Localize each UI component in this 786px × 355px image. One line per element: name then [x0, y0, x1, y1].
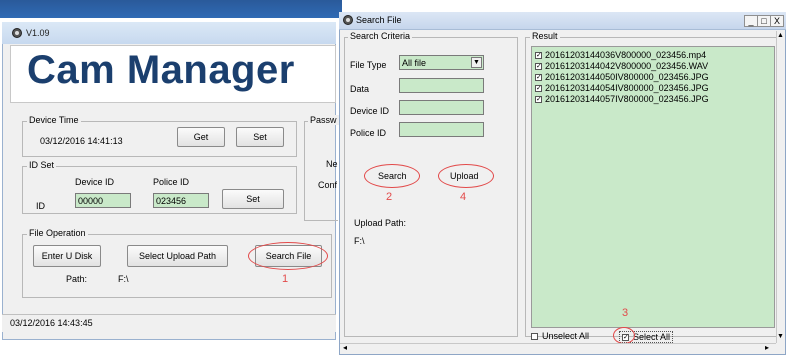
data-field[interactable]: [399, 78, 484, 93]
police-id-field[interactable]: 023456: [153, 193, 209, 208]
checkbox-checked-icon[interactable]: ✓: [535, 84, 542, 92]
file-operation-legend: File Operation: [27, 228, 88, 238]
password-confirm-label: Conf: [318, 180, 338, 190]
id-label: ID: [36, 201, 45, 211]
checkbox-checked-icon[interactable]: ✓: [535, 51, 542, 59]
chevron-down-icon[interactable]: ▼: [471, 57, 482, 68]
camera-app-icon: [12, 28, 22, 38]
annotation-number-1: 1: [282, 273, 289, 285]
search-criteria-legend: Search Criteria: [348, 31, 413, 41]
file-name: 20161203144036V800000_023456.mp4: [545, 50, 707, 60]
file-name: 20161203144042V800000_023456.WAV: [545, 61, 709, 71]
close-button[interactable]: X: [770, 15, 784, 27]
scroll-right-arrow-icon[interactable]: ▸: [765, 343, 769, 352]
file-name: 20161203144057IV800000_023456.JPG: [545, 94, 709, 104]
select-all-label: Select All: [633, 332, 671, 342]
path-value: F:\: [118, 274, 129, 284]
list-item[interactable]: ✓ 20161203144042V800000_023456.WAV: [535, 61, 708, 71]
file-type-label: File Type: [350, 60, 387, 70]
maximize-button[interactable]: □: [757, 15, 771, 27]
get-time-button[interactable]: Get: [177, 127, 225, 147]
password-new-label: Ne: [326, 159, 338, 169]
password-group: [304, 121, 338, 221]
path-label: Path:: [66, 274, 88, 284]
cam-manager-titlebar: [2, 22, 336, 44]
file-name: 20161203144054IV800000_023456.JPG: [545, 83, 709, 93]
upload-path-value: F:\: [354, 236, 365, 246]
checkbox-checked-icon[interactable]: ✓: [535, 62, 542, 70]
upload-path-label: Upload Path:: [354, 218, 407, 228]
annotation-circle-search: [364, 164, 420, 188]
device-time-legend: Device Time: [27, 115, 81, 125]
scroll-down-arrow-icon[interactable]: ▼: [777, 333, 784, 340]
annotation-number-2: 2: [386, 191, 393, 203]
annotation-circle-upload: [438, 164, 494, 188]
checkbox-checked-icon[interactable]: ✓: [535, 95, 542, 103]
vertical-scrollbar[interactable]: [776, 31, 785, 343]
list-item[interactable]: ✓ 20161203144050IV800000_023456.JPG: [535, 72, 709, 82]
unselect-all-checkbox[interactable]: Unselect All: [531, 331, 589, 341]
police-id-label: Police ID: [350, 128, 387, 138]
unselect-all-label: Unselect All: [542, 331, 590, 341]
list-item[interactable]: ✓ 20161203144057IV800000_023456.JPG: [535, 94, 709, 104]
police-id-label: Police ID: [153, 177, 190, 187]
password-legend: Passw: [308, 115, 339, 125]
checkbox-checked-icon[interactable]: ✓: [535, 73, 542, 81]
set-id-button[interactable]: Set: [222, 189, 284, 209]
annotation-circle-select-all: [613, 327, 635, 344]
result-legend: Result: [530, 31, 560, 41]
search-file-titlebar: [339, 12, 786, 30]
scroll-up-arrow-icon[interactable]: ▲: [777, 32, 784, 39]
annotation-number-3: 3: [622, 307, 629, 319]
search-file-title: Search File: [356, 15, 402, 25]
annotation-number-4: 4: [460, 191, 467, 203]
status-time: 03/12/2016 14:43:45: [10, 318, 93, 328]
checkbox-empty-icon[interactable]: [531, 332, 538, 340]
device-id-label: Device ID: [350, 106, 390, 116]
file-name: 20161203144050IV800000_023456.JPG: [545, 72, 709, 82]
list-item[interactable]: ✓ 20161203144036V800000_023456.mp4: [535, 50, 706, 60]
scroll-left-arrow-icon[interactable]: ◂: [343, 343, 347, 352]
annotation-circle-search-file: [248, 242, 328, 270]
minimize-button[interactable]: _: [744, 15, 758, 27]
device-id-label: Device ID: [75, 177, 115, 187]
device-id-field[interactable]: 00000: [75, 193, 131, 208]
horizontal-scrollbar[interactable]: [340, 343, 776, 354]
data-label: Data: [350, 84, 370, 94]
id-set-legend: ID Set: [27, 160, 57, 170]
list-item[interactable]: ✓ 20161203144054IV800000_023456.JPG: [535, 83, 709, 93]
banner-title: Cam Manager: [27, 48, 295, 92]
set-time-button[interactable]: Set: [236, 127, 284, 147]
select-upload-path-button[interactable]: Select Upload Path: [127, 245, 228, 267]
device-time-value: 03/12/2016 14:41:13: [40, 136, 123, 146]
cam-manager-title: V1.09: [26, 28, 50, 38]
enter-u-disk-button[interactable]: Enter U Disk: [33, 245, 101, 267]
device-id-field[interactable]: [399, 100, 484, 115]
police-id-field[interactable]: [399, 122, 484, 137]
file-type-value: All file: [402, 57, 427, 68]
camera-app-icon: [343, 15, 353, 25]
